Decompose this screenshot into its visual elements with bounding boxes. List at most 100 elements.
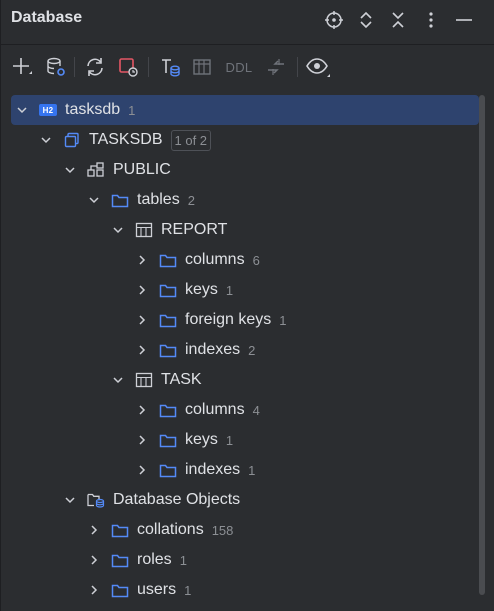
task-indexes-label: indexes — [185, 461, 241, 478]
tree-node-table-report[interactable]: REPORT — [11, 215, 494, 245]
chevron-right-icon[interactable] — [135, 403, 149, 417]
report-keys-label: keys — [185, 281, 218, 298]
chevron-right-icon[interactable] — [135, 433, 149, 447]
crosshair-icon[interactable] — [323, 9, 345, 31]
tree-node-table-task[interactable]: TASK — [11, 365, 494, 395]
task-columns-label: columns — [185, 401, 245, 418]
folder-icon — [159, 342, 177, 358]
folder-icon — [111, 192, 129, 208]
vertical-scrollbar[interactable] — [479, 95, 485, 595]
tree-node-report-indexes[interactable]: indexes 2 — [11, 335, 494, 365]
task-keys-label: keys — [185, 431, 218, 448]
database-badge: 1 of 2 — [170, 129, 212, 151]
database-tool-window: Database DDL H2 tasksdb 1 TASKSDB 1 of 2… — [0, 0, 494, 611]
toolbar-separator — [297, 57, 298, 77]
schema-icon — [87, 162, 105, 178]
jump-to-query-console-icon[interactable] — [157, 55, 183, 79]
refresh-icon[interactable] — [82, 55, 108, 79]
add-icon[interactable] — [9, 55, 35, 79]
more-options-icon[interactable] — [420, 9, 442, 31]
table-editor-icon — [189, 55, 215, 79]
tables-count: 2 — [187, 192, 195, 208]
folder-icon — [111, 582, 129, 598]
database-objects-label: Database Objects — [113, 491, 241, 508]
disconnect-icon[interactable] — [115, 55, 141, 79]
table-icon — [135, 372, 153, 388]
report-columns-label: columns — [185, 251, 245, 268]
datasource-properties-icon[interactable] — [43, 55, 69, 79]
report-indexes-count: 2 — [248, 342, 256, 358]
chevron-down-icon[interactable] — [15, 103, 29, 117]
report-indexes-label: indexes — [185, 341, 241, 358]
roles-label: roles — [137, 551, 172, 568]
tables-label: tables — [137, 191, 180, 208]
toolbar-separator — [74, 57, 75, 77]
ddl-button: DDL — [221, 55, 257, 79]
tree-node-datasource[interactable]: H2 tasksdb 1 — [11, 95, 479, 125]
tree-node-task-columns[interactable]: columns 4 — [11, 395, 494, 425]
task-columns-count: 4 — [252, 402, 260, 418]
folder-icon — [111, 522, 129, 538]
tree-node-task-keys[interactable]: keys 1 — [11, 425, 494, 455]
users-label: users — [137, 581, 177, 598]
view-options-icon[interactable] — [304, 55, 332, 79]
users-count: 1 — [184, 582, 192, 598]
collations-count: 158 — [211, 522, 234, 538]
expand-all-icon[interactable] — [355, 9, 377, 31]
tree-node-tables[interactable]: tables 2 — [11, 185, 494, 215]
tree-node-task-indexes[interactable]: indexes 1 — [11, 455, 494, 485]
tool-window-header: Database — [1, 0, 494, 40]
tree-node-report-keys[interactable]: keys 1 — [11, 275, 494, 305]
tree-node-roles[interactable]: roles 1 — [11, 545, 494, 575]
chevron-right-icon[interactable] — [87, 583, 101, 597]
folder-icon — [159, 252, 177, 268]
chevron-right-icon[interactable] — [135, 283, 149, 297]
report-foreign-keys-label: foreign keys — [185, 311, 272, 328]
tree-node-report-foreign-keys[interactable]: foreign keys 1 — [11, 305, 494, 335]
chevron-down-icon[interactable] — [63, 163, 77, 177]
compare-icon — [263, 55, 289, 79]
chevron-down-icon[interactable] — [39, 133, 53, 147]
chevron-right-icon[interactable] — [135, 313, 149, 327]
table-task-label: TASK — [161, 371, 202, 388]
chevron-down-icon[interactable] — [87, 193, 101, 207]
chevron-right-icon[interactable] — [87, 523, 101, 537]
datasource-count: 1 — [128, 102, 136, 118]
tree-node-database[interactable]: TASKSDB 1 of 2 — [11, 125, 494, 155]
database-objects-icon — [87, 492, 105, 508]
roles-count: 1 — [179, 552, 187, 568]
tool-window-title: Database — [11, 9, 83, 26]
chevron-right-icon[interactable] — [135, 343, 149, 357]
collapse-all-icon[interactable] — [387, 9, 409, 31]
tree-node-users[interactable]: users 1 — [11, 575, 494, 605]
chevron-down-icon[interactable] — [111, 223, 125, 237]
task-keys-count: 1 — [225, 432, 234, 448]
report-foreign-keys-count: 1 — [279, 312, 287, 328]
chevron-right-icon[interactable] — [135, 253, 149, 267]
folder-icon — [159, 432, 177, 448]
toolbar: DDL — [1, 45, 494, 89]
folder-icon — [159, 402, 177, 418]
tree-node-schema[interactable]: PUBLIC — [11, 155, 494, 185]
table-icon — [135, 222, 153, 238]
database-label: TASKSDB — [89, 131, 163, 148]
tree-node-database-objects[interactable]: Database Objects — [11, 485, 494, 515]
folder-icon — [111, 552, 129, 568]
database-icon — [63, 132, 81, 148]
ddl-label: DDL — [225, 59, 253, 75]
folder-icon — [159, 312, 177, 328]
chevron-right-icon[interactable] — [135, 463, 149, 477]
h2-database-icon: H2 — [39, 104, 57, 116]
datasource-label: tasksdb — [65, 101, 121, 118]
chevron-down-icon[interactable] — [63, 493, 77, 507]
toolbar-separator — [148, 57, 149, 77]
task-indexes-count: 1 — [248, 462, 256, 478]
chevron-down-icon[interactable] — [111, 373, 125, 387]
chevron-right-icon[interactable] — [87, 553, 101, 567]
tree-node-collations[interactable]: collations 158 — [11, 515, 494, 545]
folder-icon — [159, 282, 177, 298]
report-columns-count: 6 — [252, 252, 260, 268]
schema-label: PUBLIC — [113, 161, 171, 178]
tree-node-report-columns[interactable]: columns 6 — [11, 245, 494, 275]
minimize-icon[interactable] — [453, 9, 475, 31]
